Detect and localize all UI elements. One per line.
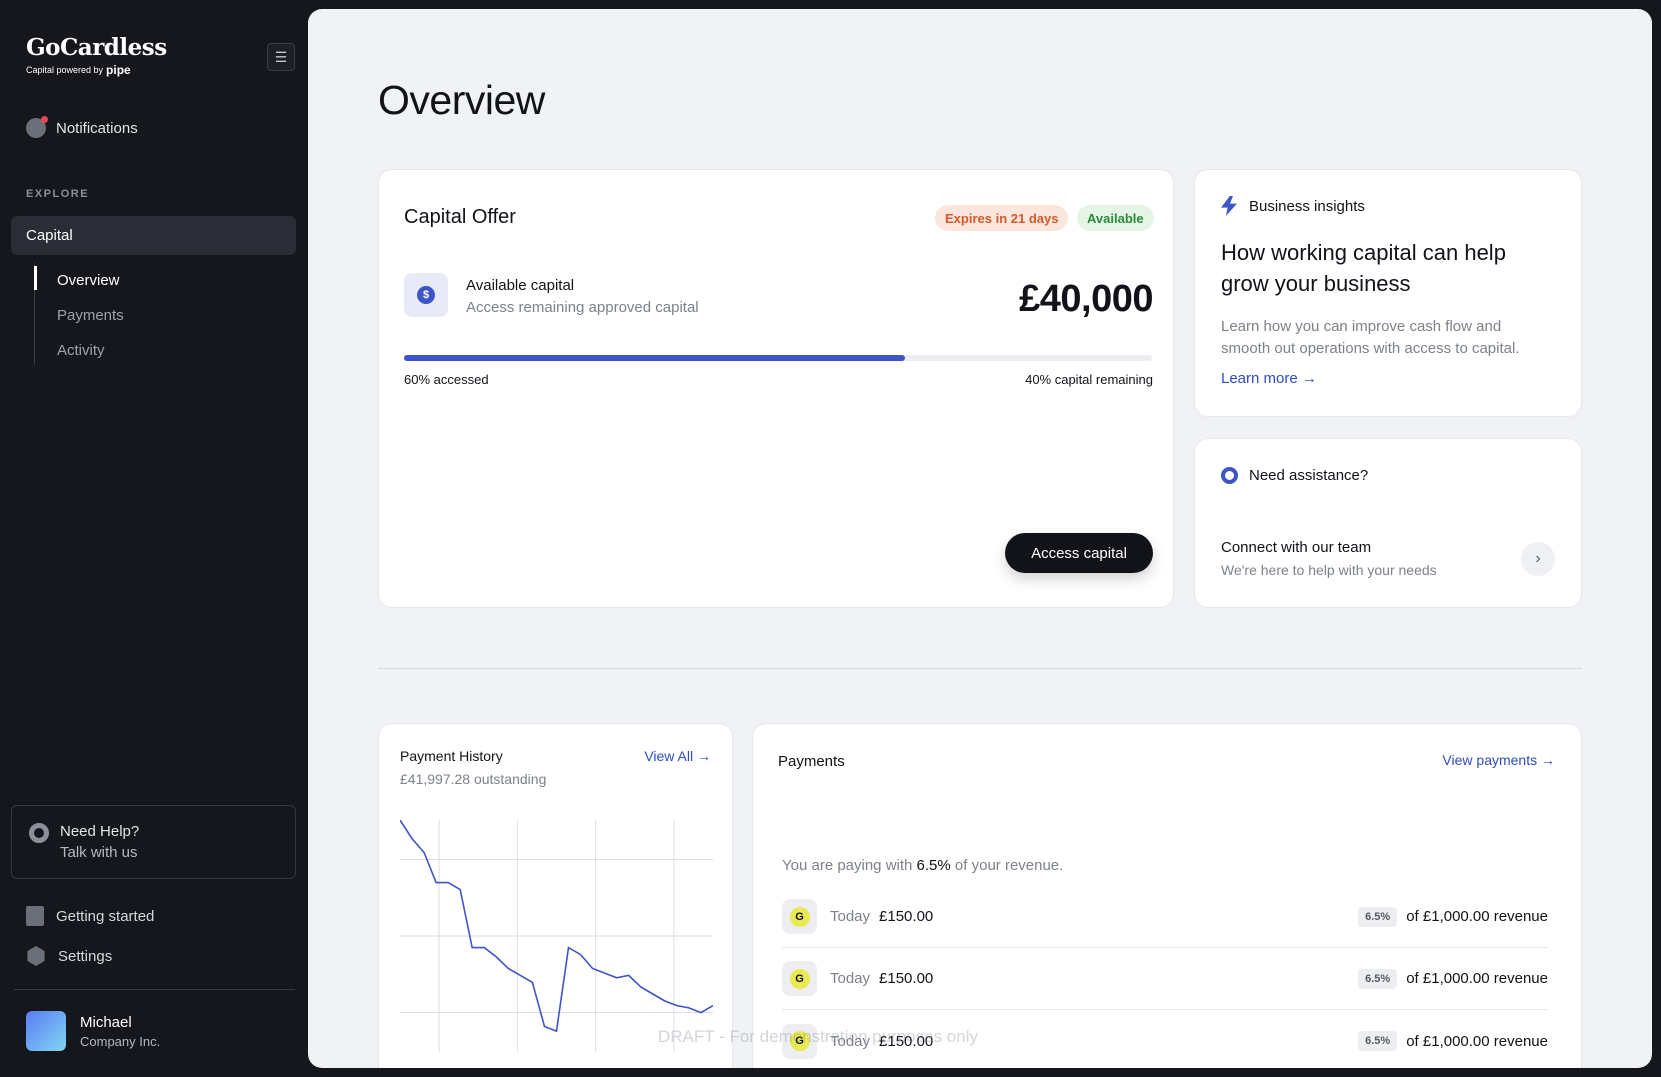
settings-link[interactable]: Settings [26,946,112,966]
payment-day: Today [830,970,871,987]
available-capital-label: Available capital [466,277,575,294]
revenue-note: You are paying with 6.5% of your revenue… [782,857,1063,874]
subnav-item-activity[interactable]: Activity [35,333,124,368]
logo[interactable]: GoCardless Capital powered by pipe [26,34,167,77]
sidebar-item-capital[interactable]: Capital [11,216,296,255]
payment-amount: £150.00 [879,908,934,925]
payment-revenue: of £1,000.00 revenue [1406,970,1548,987]
help-title: Need Help? [60,823,140,840]
user-profile[interactable]: Michael Company Inc. [26,1011,160,1051]
logo-tagline: Capital powered by pipe [26,63,167,77]
lifebuoy-icon [1221,467,1238,484]
payment-revenue: of £1,000.00 revenue [1406,908,1548,925]
expires-badge: Expires in 21 days [935,205,1069,231]
status-badge: Available [1077,205,1154,231]
notifications-link[interactable]: Notifications [26,116,138,138]
business-insights-card: Business insights How working capital ca… [1194,169,1582,417]
capital-amount: £40,000 [1019,278,1153,320]
revenue-note-prefix: You are paying with [782,857,913,874]
assist-heading: Connect with our team [1221,539,1372,556]
dollar-icon: $ [404,273,448,317]
subnav-item-overview[interactable]: Overview [34,263,124,298]
settings-label: Settings [58,947,113,965]
payment-revenue: of £1,000.00 revenue [1406,1032,1548,1050]
user-company: Company Inc. [80,1033,161,1049]
subnav-item-payments[interactable]: Payments [35,298,124,333]
payments-title: Payments [778,753,845,770]
logo-tagline-brand: pipe [106,63,131,77]
avatar [26,1011,66,1051]
getting-started-label: Getting started [56,907,155,925]
gear-icon [27,946,45,966]
assist-subtitle: We're here to help with your needs [1221,562,1437,578]
accessed-label: 60% accessed [404,372,489,387]
revenue-note-suffix: of your revenue. [954,857,1064,874]
payment-amount: £150.00 [879,970,934,987]
history-outstanding: £41,997.28 outstanding [400,771,547,787]
help-subtitle: Talk with us [60,844,138,861]
payment-history-card: Payment History £41,997.28 outstanding V… [378,723,733,1068]
insights-tag: Business insights [1249,198,1365,215]
main-panel: Overview Capital Offer Expires in 21 day… [308,9,1652,1068]
logo-wordmark: GoCardless [26,34,167,61]
chart-series-line [400,820,713,1033]
gocardless-icon: G [782,961,817,996]
offer-title: Capital Offer [404,206,516,228]
payment-history-chart [400,820,713,1052]
insights-description: Learn how you can improve cash flow and … [1221,318,1520,357]
revenue-note-rate: 6.5% [916,857,951,874]
hamburger-icon: ☰ [274,48,288,65]
payment-row[interactable]: G Today £150.00 6.5% of £1,000.00 revenu… [782,886,1548,948]
sidebar-divider [14,989,295,990]
access-capital-button[interactable]: Access capital [1005,533,1153,573]
view-all-link[interactable]: View All → [644,748,711,764]
sidebar: GoCardless Capital powered by pipe ☰ Not… [0,0,307,1077]
assistance-card[interactable]: Need assistance? Connect with our team W… [1194,438,1582,608]
payment-rate-badge: 6.5% [1358,906,1398,927]
notifications-label: Notifications [56,119,138,137]
assist-title: Need assistance? [1249,467,1369,484]
section-divider [378,668,1582,669]
capital-progress-bar [404,355,1152,361]
payment-rate-badge: 6.5% [1358,1031,1398,1051]
notifications-icon [26,116,48,138]
progress-fill [404,355,906,361]
remaining-label: 40% capital remaining [1025,372,1153,387]
page-title: Overview [378,77,545,123]
chevron-right-icon[interactable]: › [1521,542,1555,576]
logo-tagline-prefix: Capital powered by [26,65,104,75]
payments-card: Payments View payments → You are paying … [752,723,1582,1068]
section-label-explore: EXPLORE [26,188,90,200]
gocardless-icon: G [782,899,817,934]
menu-toggle-button[interactable]: ☰ [267,43,295,71]
payment-day: Today [830,908,871,925]
user-name: Michael [80,1013,132,1031]
draft-watermark: DRAFT - For demonstration purposes only [658,1027,978,1046]
need-help-card[interactable]: Need Help? Talk with us [11,805,296,879]
book-icon [26,906,44,926]
available-capital-desc: Access remaining approved capital [466,299,699,316]
user-info: Michael Company Inc. [80,1014,160,1049]
learn-more-link[interactable]: Learn more → [1221,370,1317,387]
getting-started-link[interactable]: Getting started [26,906,154,926]
sidebar-item-label: Capital [26,227,73,244]
lifebuoy-icon [29,823,49,843]
history-title: Payment History [400,748,503,764]
capital-offer-card: Capital Offer Expires in 21 days Availab… [378,169,1174,608]
lightning-icon [1221,196,1237,216]
insights-title: How working capital can help grow your b… [1221,240,1506,296]
capital-subnav: Overview Payments Activity [34,263,124,365]
view-payments-link[interactable]: View payments → [1442,752,1555,768]
payment-row[interactable]: G Today £150.00 6.5% of £1,000.00 revenu… [782,948,1548,1010]
payment-rate-badge: 6.5% [1358,968,1398,989]
